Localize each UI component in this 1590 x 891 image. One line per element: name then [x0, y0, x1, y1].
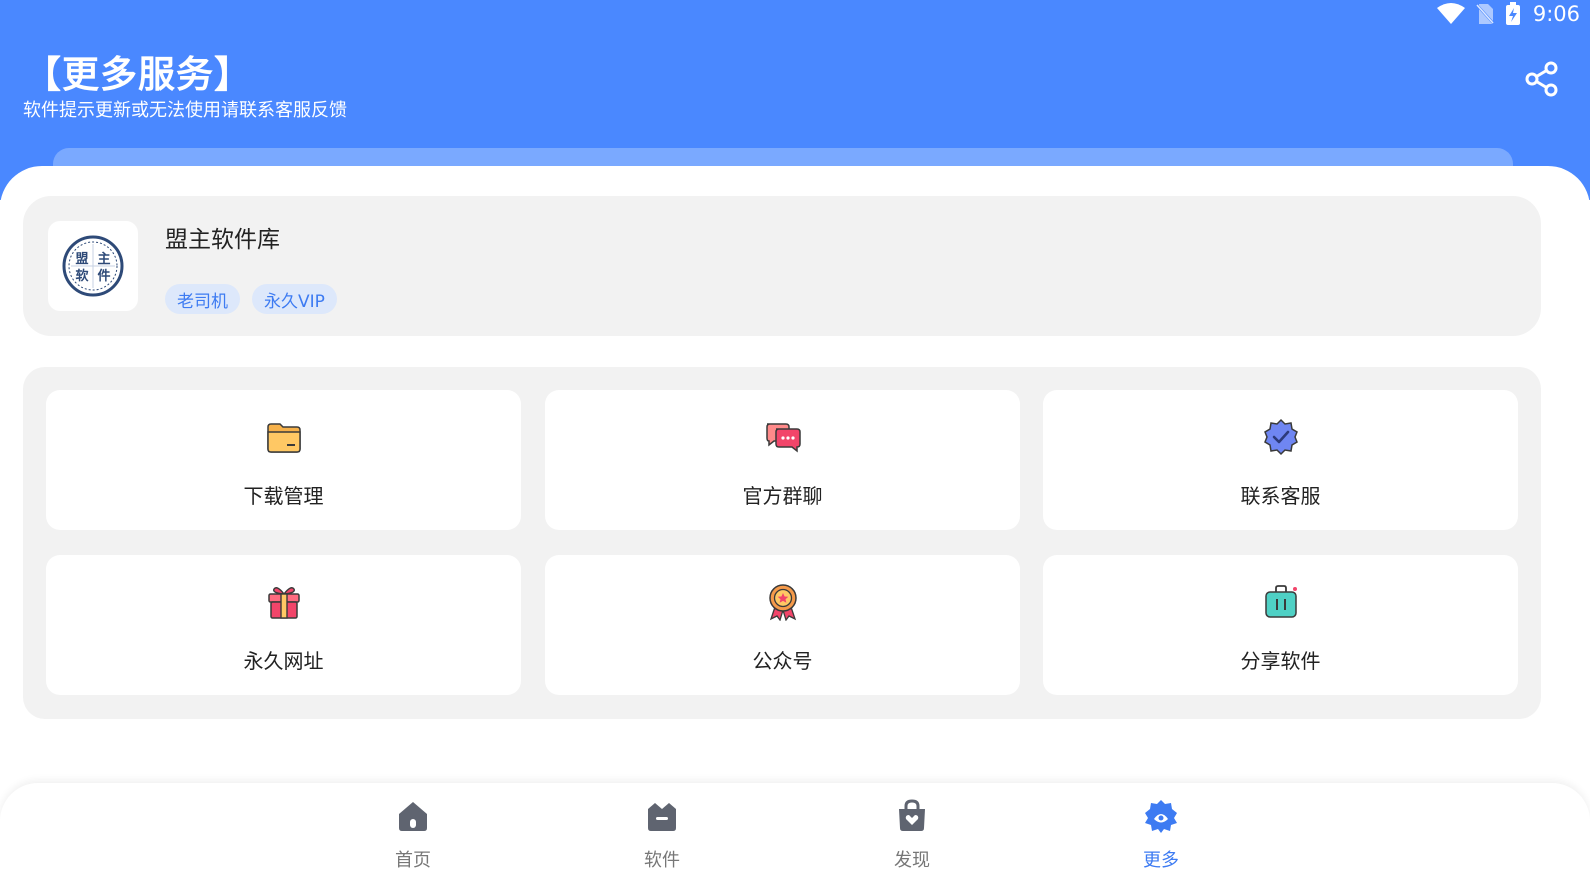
service-label: 公众号 [752, 649, 813, 673]
service-download-manager[interactable]: 下载管理 [46, 390, 521, 530]
svg-text:件: 件 [97, 268, 110, 284]
service-official-group[interactable]: 官方群聊 [545, 390, 1020, 530]
wifi-icon [1436, 3, 1465, 25]
app-screen: 9:06 【更多服务】 软件提示更新或无法使用请联系客服反馈 盟 主 软 件 盟… [0, 0, 1590, 891]
crown-box-icon [648, 803, 676, 831]
service-label: 永久网址 [243, 649, 324, 673]
service-label: 分享软件 [1240, 649, 1321, 673]
page-subtitle: 软件提示更新或无法使用请联系客服反馈 [23, 100, 347, 121]
nav-item-home[interactable]: 首页 [353, 783, 473, 891]
profile-card[interactable]: 盟 主 软 件 盟主软件库 老司机 永久VIP [23, 196, 1541, 336]
award-medal-icon [768, 584, 797, 621]
svg-text:盟: 盟 [75, 251, 88, 267]
share-icon [1525, 61, 1559, 101]
flower-badge-icon [1145, 800, 1177, 833]
service-contact-support[interactable]: 联系客服 [1043, 390, 1518, 530]
tag-badge: 永久VIP [252, 284, 337, 314]
nav-label: 软件 [644, 850, 680, 871]
service-label: 下载管理 [243, 484, 324, 508]
service-label: 联系客服 [1240, 484, 1321, 508]
shopping-bag-icon [899, 799, 925, 831]
home-icon [399, 802, 427, 831]
avatar: 盟 主 软 件 [48, 221, 138, 311]
status-bar: 9:06 [1436, 0, 1580, 28]
services-grid: 下载管理 官方群聊 联系客服 永久网址 公众号 分享软件 [23, 367, 1541, 719]
svg-text:软: 软 [75, 268, 88, 284]
verified-badge-icon [1263, 418, 1298, 456]
tag-badge: 老司机 [165, 284, 240, 314]
nav-item-software[interactable]: 软件 [602, 783, 722, 891]
folder-icon [266, 423, 301, 453]
service-official-account[interactable]: 公众号 [545, 555, 1020, 695]
battery-charging-icon [1505, 2, 1521, 26]
profile-tags: 老司机 永久VIP [165, 284, 337, 314]
gift-icon [267, 587, 300, 619]
page-title: 【更多服务】 [24, 53, 252, 96]
chat-bubbles-icon [765, 423, 801, 453]
bottom-nav: 首页 软件 发现 更多 [0, 783, 1590, 891]
service-permanent-url[interactable]: 永久网址 [46, 555, 521, 695]
nav-label: 首页 [395, 850, 431, 871]
nav-label: 发现 [894, 850, 930, 871]
service-label: 官方群聊 [742, 484, 823, 508]
nav-item-more[interactable]: 更多 [1101, 783, 1221, 891]
no-sim-icon [1474, 3, 1495, 25]
suitcase-icon [1264, 585, 1297, 618]
profile-name: 盟主软件库 [165, 227, 280, 253]
logo-seal-icon: 盟 主 软 件 [62, 235, 124, 297]
service-share-software[interactable]: 分享软件 [1043, 555, 1518, 695]
share-button[interactable] [1524, 61, 1560, 101]
status-time: 9:06 [1532, 2, 1580, 26]
nav-label: 更多 [1143, 850, 1179, 871]
nav-item-discover[interactable]: 发现 [852, 783, 972, 891]
svg-text:主: 主 [97, 251, 110, 267]
